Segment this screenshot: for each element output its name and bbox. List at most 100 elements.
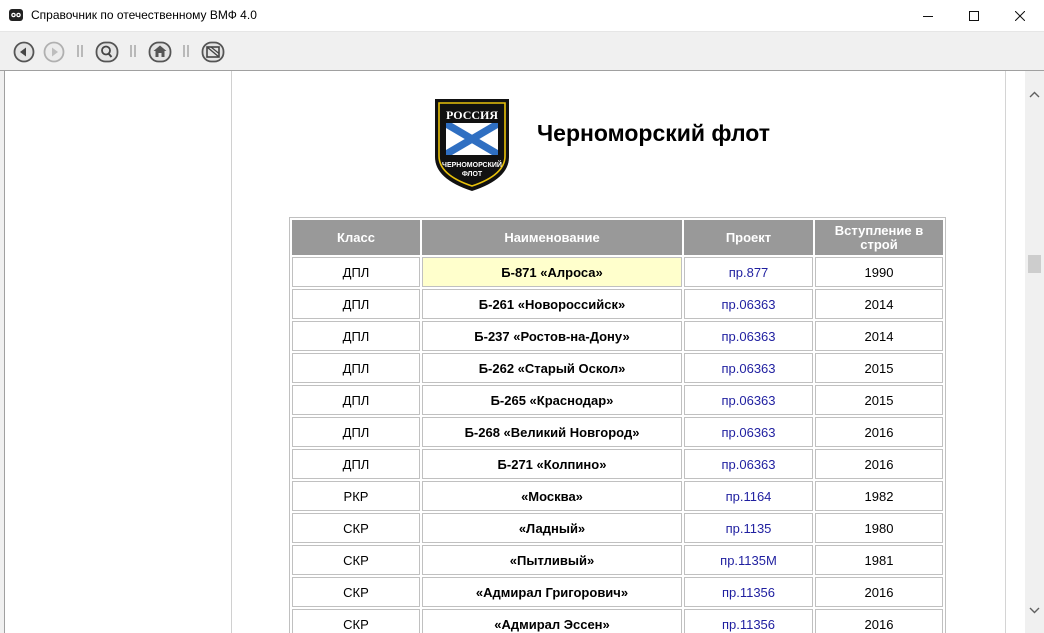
table-header-row: Класс Наименование Проект Вступление в с… (292, 220, 943, 255)
column-header-name[interactable]: Наименование (422, 220, 682, 255)
project-link[interactable]: пр.06363 (684, 417, 813, 447)
ship-name-cell[interactable]: «Адмирал Григорович» (422, 577, 682, 607)
table-row: СКР «Пытливый» пр.1135М 1981 (292, 545, 943, 575)
search-icon (95, 41, 119, 63)
scroll-up-button[interactable] (1025, 85, 1044, 103)
table-row: ДПЛ Б-871 «Алроса» пр.877 1990 (292, 257, 943, 287)
column-header-class[interactable]: Класс (292, 220, 420, 255)
ship-class-cell: ДПЛ (292, 353, 420, 383)
ship-name-cell[interactable]: Б-261 «Новороссийск» (422, 289, 682, 319)
exit-icon (201, 41, 225, 63)
commission-year-cell: 2016 (815, 577, 943, 607)
column-header-project[interactable]: Проект (684, 220, 813, 255)
ship-name-cell[interactable]: Б-271 «Колпино» (422, 449, 682, 479)
content-pane: РОССИЯ ЧЕРНОМОРСКИЙ ФЛОТ Черноморский фл… (232, 71, 1006, 633)
ships-table: Класс Наименование Проект Вступление в с… (289, 217, 946, 633)
toolbar (0, 32, 1044, 71)
project-link[interactable]: пр.1135 (684, 513, 813, 543)
commission-year-cell: 1980 (815, 513, 943, 543)
close-icon (1015, 10, 1025, 21)
black-sea-fleet-emblem: РОССИЯ ЧЕРНОМОРСКИЙ ФЛОТ (432, 95, 512, 193)
project-link[interactable]: пр.06363 (684, 449, 813, 479)
chevron-up-icon (1029, 91, 1040, 97)
ship-class-cell: ДПЛ (292, 257, 420, 287)
ship-class-cell: СКР (292, 545, 420, 575)
home-button[interactable] (148, 41, 172, 63)
forward-button[interactable] (42, 41, 66, 63)
ship-name-cell[interactable]: Б-237 «Ростов-на-Дону» (422, 321, 682, 351)
table-row: ДПЛ Б-265 «Краснодар» пр.06363 2015 (292, 385, 943, 415)
emblem-top-text: РОССИЯ (446, 108, 498, 122)
toolbar-separator (77, 45, 83, 57)
ship-class-cell: СКР (292, 609, 420, 633)
toolbar-separator (130, 45, 136, 57)
home-icon (148, 41, 172, 63)
ship-name-cell[interactable]: «Москва» (422, 481, 682, 511)
forward-icon (43, 41, 65, 63)
ship-class-cell: СКР (292, 513, 420, 543)
ship-name-cell[interactable]: «Ладный» (422, 513, 682, 543)
chevron-down-icon (1029, 607, 1040, 613)
toolbar-separator (183, 45, 189, 57)
commission-year-cell: 1982 (815, 481, 943, 511)
project-link[interactable]: пр.11356 (684, 577, 813, 607)
minimize-icon (923, 15, 933, 17)
table-row: ДПЛ Б-268 «Великий Новгород» пр.06363 20… (292, 417, 943, 447)
table-row: СКР «Адмирал Эссен» пр.11356 2016 (292, 609, 943, 633)
minimize-button[interactable] (905, 0, 951, 31)
project-link[interactable]: пр.1135М (684, 545, 813, 575)
project-link[interactable]: пр.06363 (684, 385, 813, 415)
commission-year-cell: 2016 (815, 449, 943, 479)
ship-name-cell[interactable]: Б-265 «Краснодар» (422, 385, 682, 415)
back-icon (13, 41, 35, 63)
commission-year-cell: 2014 (815, 321, 943, 351)
app-icon (8, 7, 24, 23)
page-title: Черноморский флот (537, 120, 771, 146)
commission-year-cell: 2016 (815, 609, 943, 633)
project-link[interactable]: пр.06363 (684, 289, 813, 319)
emblem-bottom-text-2: ФЛОТ (462, 171, 483, 178)
table-row: ДПЛ Б-237 «Ростов-на-Дону» пр.06363 2014 (292, 321, 943, 351)
ship-name-cell[interactable]: Б-262 «Старый Оскол» (422, 353, 682, 383)
commission-year-cell: 2015 (815, 353, 943, 383)
project-link[interactable]: пр.1164 (684, 481, 813, 511)
ship-class-cell: ДПЛ (292, 321, 420, 351)
table-row: СКР «Адмирал Григорович» пр.11356 2016 (292, 577, 943, 607)
scroll-down-button[interactable] (1025, 601, 1044, 619)
ship-class-cell: ДПЛ (292, 289, 420, 319)
column-header-commission[interactable]: Вступление в строй (815, 220, 943, 255)
ship-name-cell[interactable]: Б-268 «Великий Новгород» (422, 417, 682, 447)
ship-name-cell[interactable]: «Адмирал Эссен» (422, 609, 682, 633)
navigation-panel (5, 71, 232, 633)
ship-name-cell[interactable]: Б-871 «Алроса» (422, 257, 682, 287)
commission-year-cell: 2014 (815, 289, 943, 319)
search-button[interactable] (95, 41, 119, 63)
project-link[interactable]: пр.06363 (684, 353, 813, 383)
ship-class-cell: РКР (292, 481, 420, 511)
ship-name-cell[interactable]: «Пытливый» (422, 545, 682, 575)
emblem-bottom-text-1: ЧЕРНОМОРСКИЙ (442, 160, 502, 169)
maximize-icon (969, 10, 979, 21)
ship-class-cell: ДПЛ (292, 417, 420, 447)
commission-year-cell: 1990 (815, 257, 943, 287)
table-row: РКР «Москва» пр.1164 1982 (292, 481, 943, 511)
vertical-scrollbar[interactable] (1025, 71, 1044, 633)
table-row: СКР «Ладный» пр.1135 1980 (292, 513, 943, 543)
maximize-button[interactable] (951, 0, 997, 31)
commission-year-cell: 1981 (815, 545, 943, 575)
ship-class-cell: СКР (292, 577, 420, 607)
ship-class-cell: ДПЛ (292, 449, 420, 479)
table-row: ДПЛ Б-271 «Колпино» пр.06363 2016 (292, 449, 943, 479)
ship-class-cell: ДПЛ (292, 385, 420, 415)
commission-year-cell: 2015 (815, 385, 943, 415)
back-button[interactable] (12, 41, 36, 63)
table-row: ДПЛ Б-262 «Старый Оскол» пр.06363 2015 (292, 353, 943, 383)
project-link[interactable]: пр.11356 (684, 609, 813, 633)
exit-button[interactable] (201, 41, 225, 63)
scroll-thumb[interactable] (1028, 255, 1041, 273)
project-link[interactable]: пр.06363 (684, 321, 813, 351)
project-link[interactable]: пр.877 (684, 257, 813, 287)
close-button[interactable] (997, 0, 1043, 31)
table-row: ДПЛ Б-261 «Новороссийск» пр.06363 2014 (292, 289, 943, 319)
window-title: Справочник по отечественному ВМФ 4.0 (31, 8, 257, 22)
